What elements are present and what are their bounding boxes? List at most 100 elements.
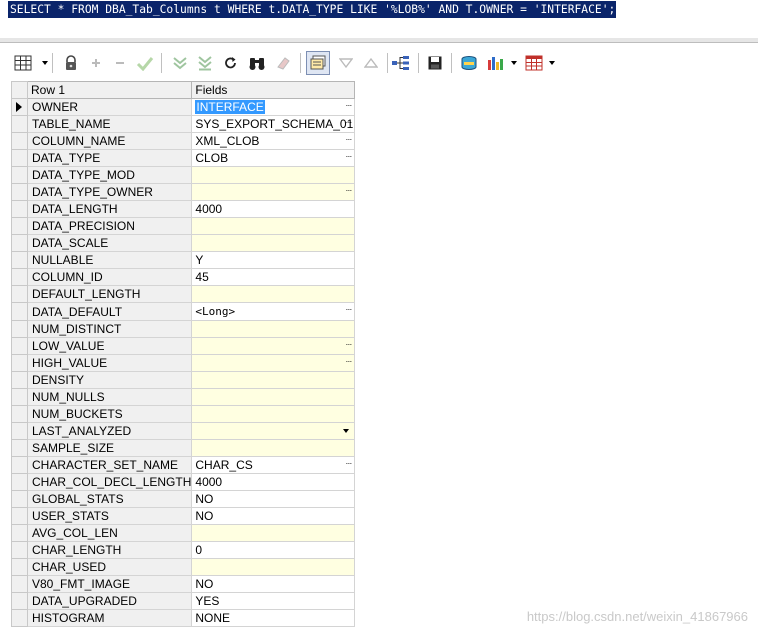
table-row[interactable]: OWNER INTERFACE ··· [11, 98, 356, 116]
row-indicator[interactable] [11, 183, 28, 201]
table-row[interactable]: DATA_DEFAULT <Long> ··· [11, 302, 356, 321]
sql-query-text[interactable]: SELECT * FROM DBA_Tab_Columns t WHERE t.… [8, 1, 617, 18]
row-indicator[interactable] [11, 354, 28, 372]
chevron-down-icon[interactable] [42, 61, 48, 65]
table-row[interactable]: CHAR_LENGTH 0 [11, 541, 356, 559]
row-indicator[interactable] [11, 217, 28, 235]
field-value-cell[interactable] [191, 166, 356, 184]
fetch-last-icon[interactable] [194, 52, 216, 74]
table-row[interactable]: V80_FMT_IMAGE NO [11, 575, 356, 593]
ellipsis-button-icon[interactable]: ··· [345, 118, 352, 127]
row-indicator[interactable] [11, 609, 28, 627]
table-row[interactable]: HIGH_VALUE ··· [11, 354, 356, 372]
table-row[interactable]: CHAR_COL_DECL_LENGTH 4000 [11, 473, 356, 491]
sort-down-icon[interactable] [335, 52, 357, 74]
row-indicator[interactable] [11, 285, 28, 303]
export-icon[interactable] [458, 52, 480, 74]
row-indicator[interactable] [11, 149, 28, 167]
field-value-cell[interactable]: CHAR_CS ··· [191, 456, 356, 474]
table-row[interactable]: DENSITY [11, 371, 356, 389]
field-value-cell[interactable]: 45 [191, 268, 356, 286]
field-value-cell[interactable] [191, 217, 356, 235]
row-indicator[interactable] [11, 507, 28, 525]
row-column-header[interactable]: Row 1 [26, 81, 193, 99]
row-indicator[interactable] [11, 115, 28, 133]
field-value-cell[interactable]: ··· [191, 183, 356, 201]
table-row[interactable]: GLOBAL_STATS NO [11, 490, 356, 508]
field-value-cell[interactable]: 0 [191, 541, 356, 559]
table-row[interactable]: AVG_COL_LEN [11, 524, 356, 542]
field-value-cell[interactable]: <Long> ··· [191, 302, 356, 321]
query-builder-icon[interactable] [390, 52, 412, 74]
ellipsis-button-icon[interactable]: ··· [345, 101, 352, 110]
row-indicator[interactable] [11, 132, 28, 150]
field-value-cell[interactable]: CLOB ··· [191, 149, 356, 167]
table-row[interactable]: DATA_TYPE CLOB ··· [11, 149, 356, 167]
row-indicator[interactable] [11, 98, 28, 116]
fields-column-header[interactable]: Fields [191, 81, 356, 99]
field-value-cell[interactable]: YES [191, 592, 356, 610]
delete-record-icon[interactable] [109, 52, 131, 74]
field-value-cell[interactable] [191, 234, 356, 252]
row-indicator[interactable] [11, 166, 28, 184]
row-indicator[interactable] [11, 200, 28, 218]
save-icon[interactable] [424, 52, 446, 74]
field-value-cell[interactable]: Y [191, 251, 356, 269]
table-row[interactable]: DATA_LENGTH 4000 [11, 200, 356, 218]
row-indicator[interactable] [11, 251, 28, 269]
table-row[interactable]: DATA_SCALE [11, 234, 356, 252]
ellipsis-button-icon[interactable]: ··· [345, 186, 352, 195]
table-row[interactable]: CHARACTER_SET_NAME CHAR_CS ··· [11, 456, 356, 474]
table-row[interactable]: TABLE_NAME SYS_EXPORT_SCHEMA_01 ··· [11, 115, 356, 133]
field-value-cell[interactable]: 4000 [191, 200, 356, 218]
row-indicator[interactable] [11, 558, 28, 576]
table-row[interactable]: SAMPLE_SIZE [11, 439, 356, 457]
single-record-view-icon[interactable] [306, 51, 330, 75]
field-value-cell[interactable]: XML_CLOB ··· [191, 132, 356, 150]
field-value-cell[interactable] [191, 371, 356, 389]
fetch-next-icon[interactable] [169, 52, 191, 74]
table-row[interactable]: DATA_UPGRADED YES [11, 592, 356, 610]
row-indicator[interactable] [11, 592, 28, 610]
row-indicator[interactable] [11, 268, 28, 286]
table-row[interactable]: LAST_ANALYZED [11, 422, 356, 440]
table-row[interactable]: USER_STATS NO [11, 507, 356, 525]
field-value-cell[interactable] [191, 558, 356, 576]
row-indicator[interactable] [11, 320, 28, 338]
row-indicator[interactable] [11, 541, 28, 559]
field-value-cell[interactable]: ··· [191, 354, 356, 372]
table-row[interactable]: NULLABLE Y [11, 251, 356, 269]
ellipsis-button-icon[interactable]: ··· [345, 357, 352, 366]
field-value-cell[interactable]: ··· [191, 337, 356, 355]
refresh-icon[interactable] [220, 52, 242, 74]
chevron-down-icon[interactable] [343, 429, 350, 433]
field-value-cell[interactable]: NONE [191, 609, 356, 627]
table-row[interactable]: HISTOGRAM NONE [11, 609, 356, 627]
field-value-cell[interactable] [191, 405, 356, 423]
ellipsis-button-icon[interactable]: ··· [345, 135, 352, 144]
row-indicator[interactable] [11, 302, 28, 321]
chart-icon[interactable] [484, 52, 506, 74]
row-indicator[interactable] [11, 388, 28, 406]
table-row[interactable]: DATA_TYPE_MOD [11, 166, 356, 184]
row-indicator[interactable] [11, 490, 28, 508]
grid-layout-icon[interactable] [12, 52, 34, 74]
row-indicator[interactable] [11, 473, 28, 491]
sql-editor[interactable]: SELECT * FROM DBA_Tab_Columns t WHERE t.… [0, 0, 758, 39]
ellipsis-button-icon[interactable]: ··· [345, 305, 352, 314]
field-value-cell[interactable] [191, 388, 356, 406]
row-indicator[interactable] [11, 337, 28, 355]
table-row[interactable]: COLUMN_NAME XML_CLOB ··· [11, 132, 356, 150]
table-row[interactable]: NUM_DISTINCT [11, 320, 356, 338]
row-indicator[interactable] [11, 456, 28, 474]
table-row[interactable]: DATA_TYPE_OWNER ··· [11, 183, 356, 201]
field-value-cell[interactable]: NO [191, 507, 356, 525]
table-icon[interactable] [523, 52, 545, 74]
field-value-cell[interactable]: 4000 [191, 473, 356, 491]
field-value-cell[interactable]: NO [191, 575, 356, 593]
clear-icon[interactable] [272, 52, 294, 74]
table-row[interactable]: NUM_BUCKETS [11, 405, 356, 423]
chevron-down-icon[interactable] [549, 61, 555, 65]
field-value-cell[interactable]: INTERFACE ··· [191, 98, 356, 116]
ellipsis-button-icon[interactable]: ··· [345, 459, 352, 468]
